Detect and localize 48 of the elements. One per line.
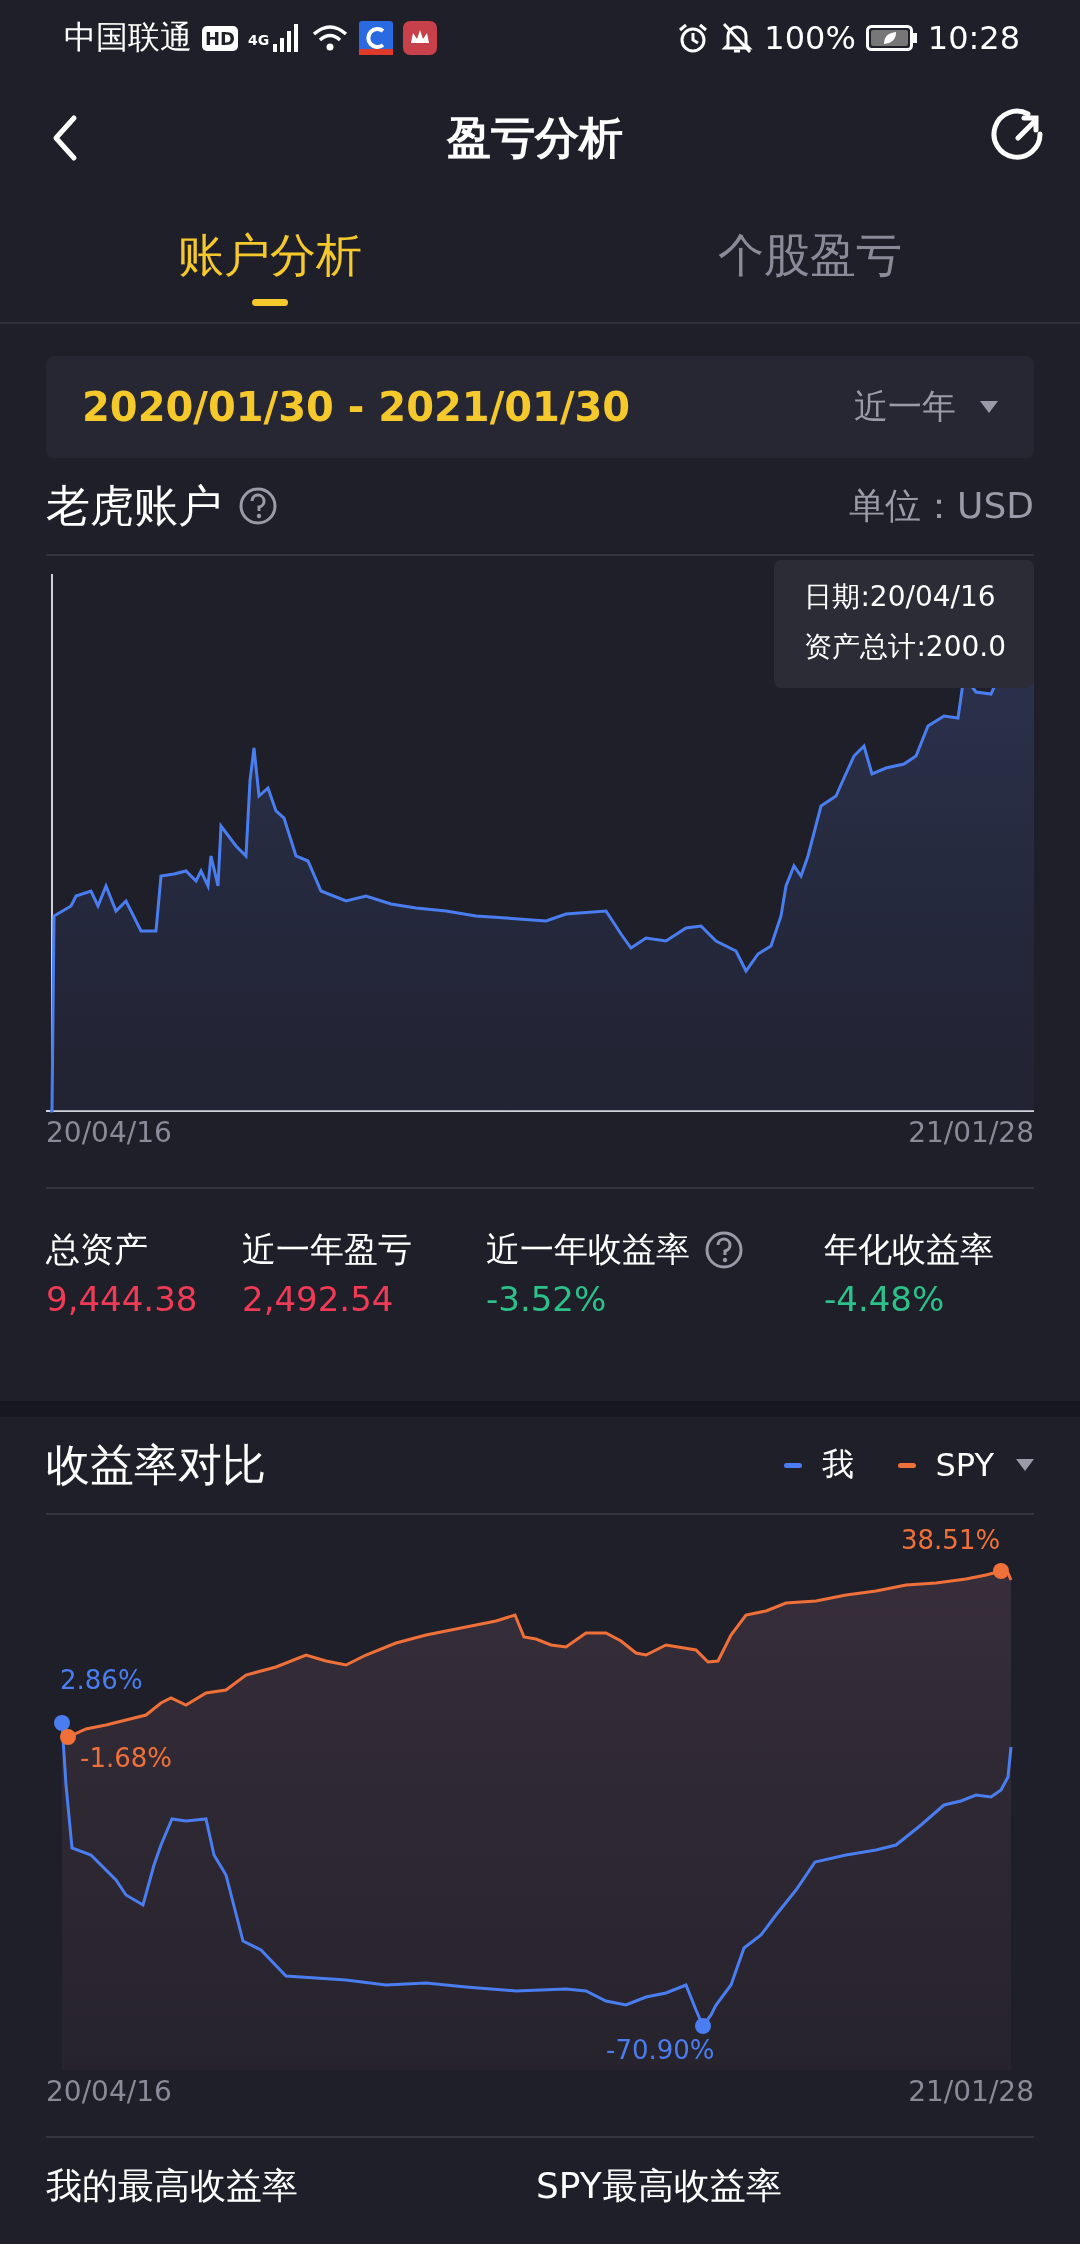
network-type: 4G xyxy=(248,32,270,48)
stat-label: 年化收益率 xyxy=(824,1228,994,1271)
carrier-name: 中国联通 xyxy=(64,17,192,58)
section-title: 收益率对比 xyxy=(46,1437,266,1492)
stat-value: -3.52% xyxy=(486,1279,608,1319)
date-range-card[interactable]: 2020/01/30 - 2021/01/30 近一年 xyxy=(46,356,1034,458)
stat-label: 总资产 xyxy=(46,1228,148,1271)
battery-percent: 100% xyxy=(764,19,856,57)
point-marker xyxy=(54,1715,70,1731)
legend-label: SPY xyxy=(935,1446,994,1484)
point-label: -1.68% xyxy=(80,1743,172,1773)
clock-time: 10:28 xyxy=(927,19,1020,57)
unit-label: 单位：USD xyxy=(849,483,1034,528)
stat-value: 2,492.54 xyxy=(242,1279,395,1319)
app-icon xyxy=(403,21,438,55)
point-label: 2.86% xyxy=(60,1665,143,1695)
stat-label: 近一年盈亏 xyxy=(242,1228,412,1271)
stat-label: 近一年收益率 xyxy=(486,1228,690,1271)
section-title: 老虎账户 xyxy=(46,478,222,533)
stat-value: -4.48% xyxy=(824,1279,946,1319)
dropdown-caret-icon[interactable] xyxy=(1016,1459,1034,1471)
axis-label: 20/04/16 xyxy=(46,2075,172,2108)
hd-badge: HD xyxy=(202,25,238,51)
tab[interactable]: 个股盈亏 xyxy=(540,200,1080,322)
point-marker xyxy=(60,1729,76,1745)
legend-label: 我 xyxy=(821,1444,854,1485)
axis-label: 20/04/16 xyxy=(46,1116,172,1149)
tooltip-date: 日期:20/04/16 xyxy=(804,579,997,615)
axis-label: 21/01/28 xyxy=(908,1116,1034,1149)
help-icon[interactable] xyxy=(704,1230,744,1270)
tab[interactable]: 账户分析 xyxy=(0,200,540,322)
page-title: 盈亏分析 xyxy=(447,110,623,165)
point-marker xyxy=(993,1563,1009,1579)
battery-icon xyxy=(865,25,918,51)
bell-off-icon xyxy=(720,21,755,55)
period-label[interactable]: 近一年 xyxy=(854,384,956,430)
help-icon[interactable] xyxy=(238,486,278,526)
date-range-text: 2020/01/30 - 2021/01/30 xyxy=(82,384,631,430)
dropdown-caret-icon[interactable] xyxy=(980,401,998,413)
tooltip-total: 资产总计:200.0 xyxy=(804,629,1006,665)
point-label: 38.51% xyxy=(901,1525,1001,1555)
stat-value: 9,444.38 xyxy=(46,1279,199,1319)
app-icon xyxy=(359,21,394,55)
point-label: -70.90% xyxy=(606,2035,715,2065)
metric-label: 我的最高收益率 xyxy=(46,2164,299,2208)
axis-label: 21/01/28 xyxy=(908,2075,1034,2108)
point-marker xyxy=(695,2018,711,2034)
metric-label: SPY最高收益率 xyxy=(536,2164,783,2208)
